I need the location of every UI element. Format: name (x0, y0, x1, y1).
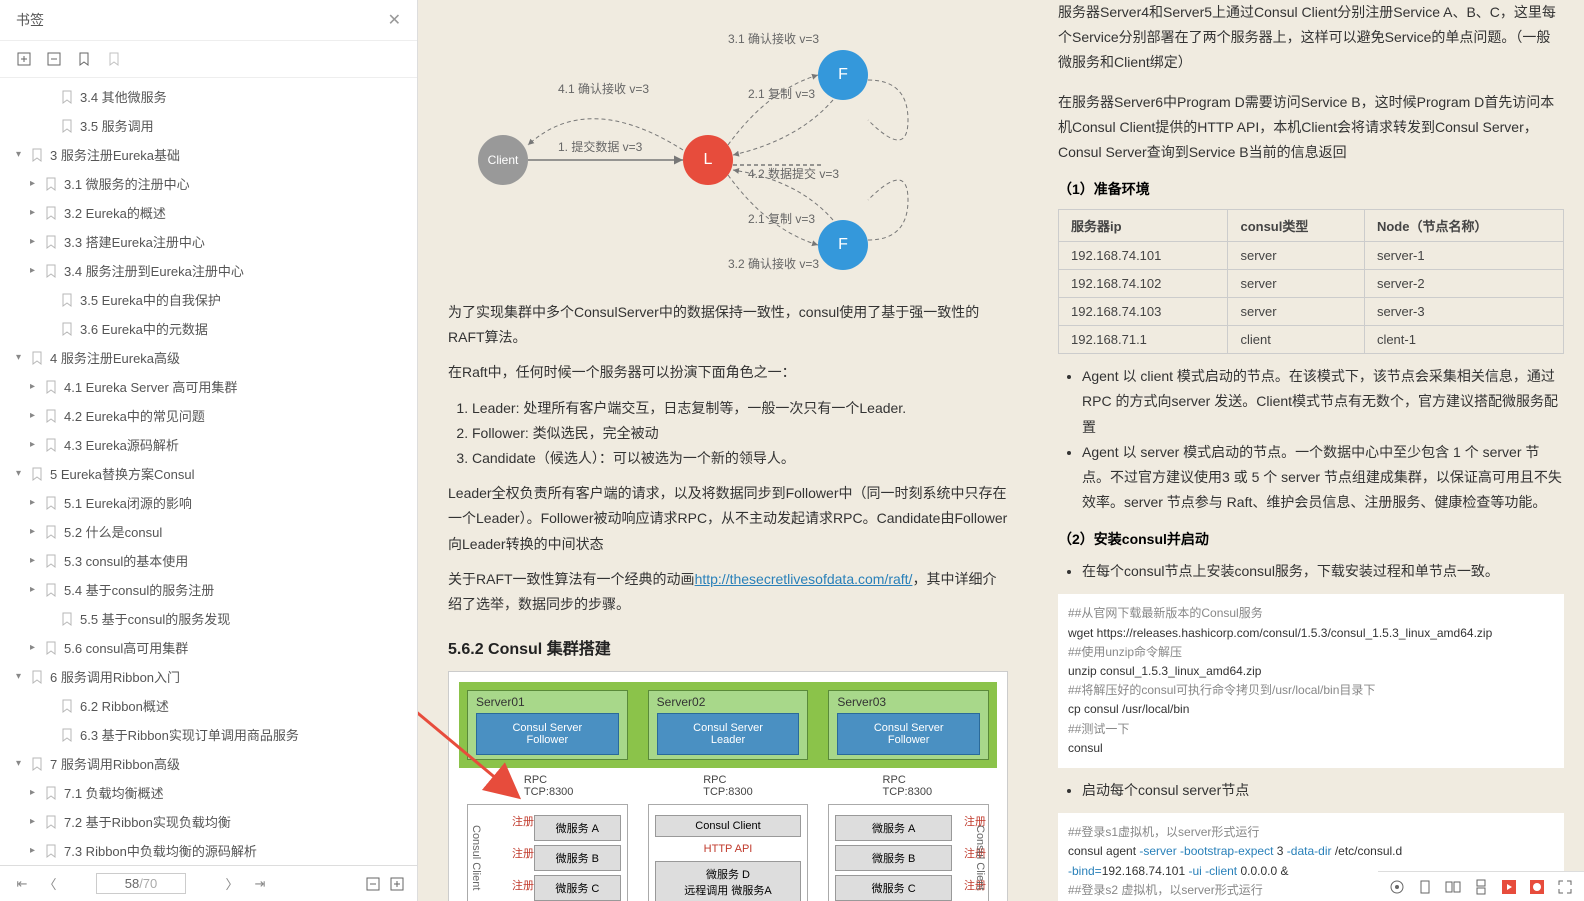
follower-node: F (818, 220, 868, 270)
bookmark-item[interactable]: ▸4.3 Eureka源码解析 (0, 430, 417, 459)
bookmark-item[interactable]: ▸3.3 搭建Eureka注册中心 (0, 227, 417, 256)
bookmark-item[interactable]: ▸4.1 Eureka Server 高可用集群 (0, 372, 417, 401)
bookmark-item[interactable]: 3.5 服务调用 (0, 111, 417, 140)
paragraph: 在Raft中，任何时候一个服务器可以扮演下面角色之一： (448, 360, 1008, 385)
code-block: ##从官网下载最新版本的Consul服务 wget https://releas… (1058, 594, 1564, 768)
first-page-icon[interactable]: ⇤ (12, 876, 32, 892)
role-list: Leader: 处理所有客户端交互，日志复制等，一般一次只有一个Leader. … (472, 396, 1008, 472)
list-item: Agent 以 server 模式启动的节点。一个数据中心中至少包含 1 个 s… (1082, 440, 1564, 516)
diagram-label: 3.1 确认接收 v=3 (728, 30, 819, 47)
follower-node: F (818, 50, 868, 100)
bookmark-item[interactable]: ▸5.2 什么是consul (0, 517, 417, 546)
list-item: Agent 以 client 模式启动的节点。在该模式下，该节点会采集相关信息，… (1082, 364, 1564, 440)
bookmark-item[interactable]: ▾3 服务注册Eureka基础 (0, 140, 417, 169)
sidebar-title: 书签 (16, 10, 44, 30)
bookmark-item[interactable]: ▸3.4 服务注册到Eureka注册中心 (0, 256, 417, 285)
diagram-label: 3.2 确认接收 v=3 (728, 255, 819, 272)
bookmark-item[interactable]: 6.3 基于Ribbon实现订单调用商品服务 (0, 720, 417, 749)
page-number-input[interactable]: 58/70 (96, 873, 186, 894)
bookmark-item[interactable]: ▸3.2 Eureka的概述 (0, 198, 417, 227)
read-aloud-icon[interactable] (1528, 878, 1546, 896)
expand-all-icon[interactable] (16, 51, 32, 67)
client-box: Consul Client 注册 微服务 A 注册 微服务 B 注册 微服务 C (467, 804, 628, 901)
bookmark-item[interactable]: ▸7.3 Ribbon中负载均衡的源码解析 (0, 836, 417, 865)
fullscreen-icon[interactable] (1556, 878, 1574, 896)
bookmark-item[interactable]: ▸7.2 基于Ribbon实现负载均衡 (0, 807, 417, 836)
diagram-label: 1. 提交数据 v=3 (558, 138, 642, 155)
single-page-icon[interactable] (1416, 878, 1434, 896)
diagram-label: 2.1 复制 v=3 (748, 210, 815, 227)
bookmark-item[interactable]: ▸4.2 Eureka中的常见问题 (0, 401, 417, 430)
agent-desc-list: Agent 以 client 模式启动的节点。在该模式下，该节点会采集相关信息，… (1082, 364, 1564, 515)
bookmark-item[interactable]: ▾5 Eureka替换方案Consul (0, 459, 417, 488)
subsection-heading: （1）准备环境 (1058, 179, 1564, 199)
collapse-all-icon[interactable] (46, 51, 62, 67)
continuous-icon[interactable] (1472, 878, 1490, 896)
bookmark-item[interactable]: ▸5.6 consul高可用集群 (0, 633, 417, 662)
bookmark-item[interactable]: ▸7.1 负载均衡概述 (0, 778, 417, 807)
leader-node: L (683, 135, 733, 185)
bookmark-item[interactable]: 3.6 Eureka中的元数据 (0, 314, 417, 343)
bookmark-item[interactable]: 3.5 Eureka中的自我保护 (0, 285, 417, 314)
list-item: Leader: 处理所有客户端交互，日志复制等，一般一次只有一个Leader. (472, 396, 1008, 421)
raft-link[interactable]: http://thesecretlivesofdata.com/raft/ (695, 571, 913, 587)
raft-diagram: Client L F F 1. 提交数据 v=3 4.1 确认接收 v=3 3.… (448, 20, 1008, 280)
cluster-diagram: Server01Consul Server Follower Server02C… (448, 671, 1008, 901)
prev-page-icon[interactable]: 〈 (40, 874, 60, 893)
env-table: 服务器ipconsul类型Node（节点名称）192.168.74.101ser… (1058, 209, 1564, 354)
presentation-icon[interactable] (1500, 878, 1518, 896)
page-right-column: 服务器Server4和Server5上通过Consul Client分别注册Se… (1038, 0, 1584, 901)
diagram-label: 2.1 复制 v=3 (748, 85, 815, 102)
bookmark-icon[interactable] (76, 51, 92, 67)
bookmarks-sidebar: 书签 ✕ 3.4 其他微服务3.5 服务调用▾3 服务注册Eureka基础▸3.… (0, 0, 418, 901)
bookmark-item[interactable]: ▸5.1 Eureka闭源的影响 (0, 488, 417, 517)
bookmark-add-icon[interactable] (106, 51, 122, 67)
diagram-label: 4.2 数据提交 v=3 (748, 165, 839, 182)
bookmark-item[interactable]: ▸5.4 基于consul的服务注册 (0, 575, 417, 604)
paragraph: 为了实现集群中多个ConsulServer中的数据保持一致性，consul使用了… (448, 300, 1008, 350)
section-heading: 5.6.2 Consul 集群搭建 (448, 635, 1008, 659)
zoom-out-icon[interactable] (365, 876, 381, 892)
close-icon[interactable]: ✕ (388, 10, 401, 30)
bookmark-item[interactable]: ▸5.3 consul的基本使用 (0, 546, 417, 575)
server-box: Server01Consul Server Follower (467, 690, 628, 760)
client-node: Client (478, 135, 528, 185)
page-left-column: Client L F F 1. 提交数据 v=3 4.1 确认接收 v=3 3.… (418, 0, 1038, 901)
sidebar-toolbar (0, 41, 417, 78)
pager-footer: ⇤ 〈 58/70 〉 ⇥ (0, 865, 417, 901)
paragraph: 在服务器Server6中Program D需要访问Service B，这时候Pr… (1058, 90, 1564, 166)
list-item: Candidate（候选人）：可以被选为一个新的领导人。 (472, 446, 1008, 471)
sidebar-header: 书签 ✕ (0, 0, 417, 41)
bookmark-tree: 3.4 其他微服务3.5 服务调用▾3 服务注册Eureka基础▸3.1 微服务… (0, 78, 417, 865)
document-content: Client L F F 1. 提交数据 v=3 4.1 确认接收 v=3 3.… (418, 0, 1584, 901)
server-box: Server02Consul Server Leader (648, 690, 809, 760)
bookmark-item[interactable]: 3.4 其他微服务 (0, 82, 417, 111)
client-box: 注册 微服务 A 注册 微服务 B 注册 微服务 C Consul Client (828, 804, 989, 901)
bookmark-item[interactable]: 6.2 Ribbon概述 (0, 691, 417, 720)
bottom-toolbar (1378, 871, 1584, 901)
next-page-icon[interactable]: 〉 (222, 874, 242, 893)
zoom-in-icon[interactable] (389, 876, 405, 892)
list-item: 在每个consul节点上安装consul服务，下载安装过程和单节点一致。 (1082, 559, 1564, 584)
bookmark-item[interactable]: 5.5 基于consul的服务发现 (0, 604, 417, 633)
paragraph: Leader全权负责所有客户端的请求，以及将数据同步到Follower中（同一时… (448, 481, 1008, 557)
two-page-icon[interactable] (1444, 878, 1462, 896)
paragraph: 关于RAFT一致性算法有一个经典的动画http://thesecretlives… (448, 567, 1008, 617)
paragraph: 服务器Server4和Server5上通过Consul Client分别注册Se… (1058, 0, 1564, 76)
diagram-label: 4.1 确认接收 v=3 (558, 80, 649, 97)
view-icon[interactable] (1388, 878, 1406, 896)
bookmark-item[interactable]: ▸3.1 微服务的注册中心 (0, 169, 417, 198)
bookmark-item[interactable]: ▾6 服务调用Ribbon入门 (0, 662, 417, 691)
list-item: Follower: 类似选民，完全被动 (472, 421, 1008, 446)
last-page-icon[interactable]: ⇥ (250, 876, 270, 892)
subsection-heading: （2）安装consul并启动 (1058, 529, 1564, 549)
bookmark-item[interactable]: ▾7 服务调用Ribbon高级 (0, 749, 417, 778)
bookmark-item[interactable]: ▾4 服务注册Eureka高级 (0, 343, 417, 372)
client-box: Consul Client HTTP API 微服务 D 远程调用 微服务A (648, 804, 809, 901)
list-item: 启动每个consul server节点 (1082, 778, 1564, 803)
server-box: Server03Consul Server Follower (828, 690, 989, 760)
